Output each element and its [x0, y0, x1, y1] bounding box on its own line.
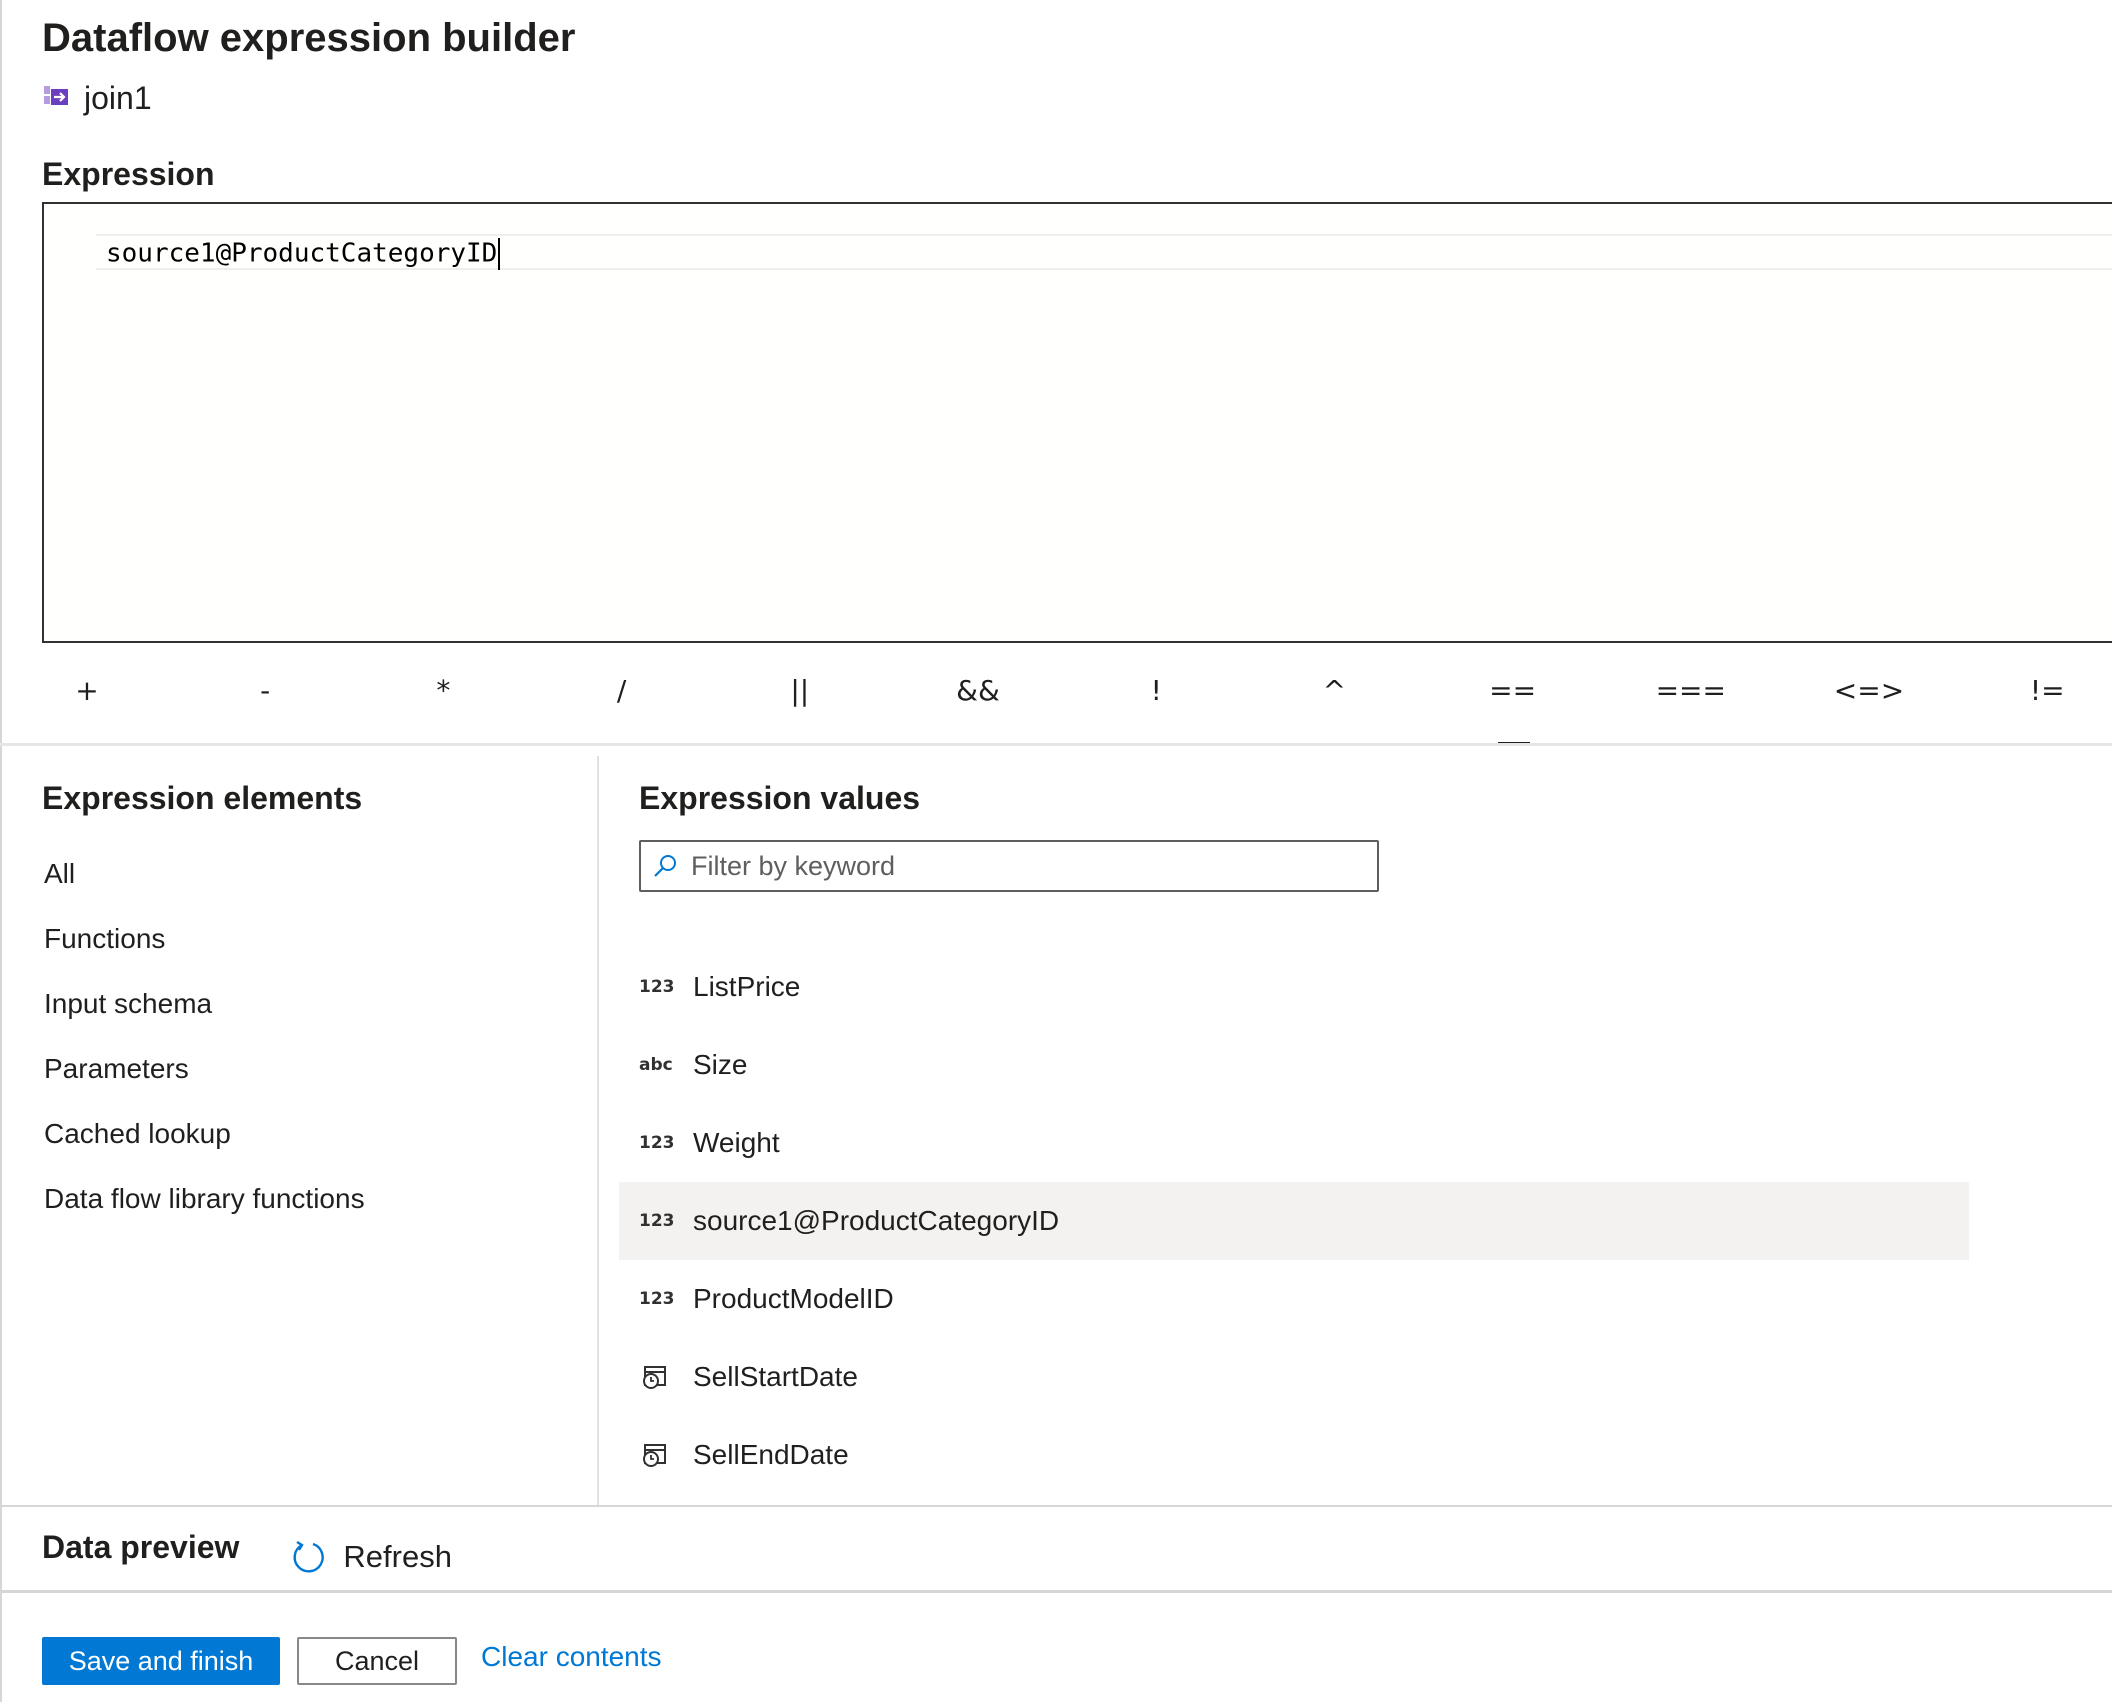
divider	[0, 1505, 2112, 1507]
operator-button[interactable]: +	[42, 668, 132, 718]
operator-button[interactable]: ===	[1646, 668, 1736, 718]
element-category-item[interactable]: Parameters	[44, 1049, 365, 1114]
save-and-finish-button[interactable]: Save and finish	[42, 1637, 280, 1685]
editor-current-line: source1@ProductCategoryID	[96, 234, 2112, 270]
value-list-item[interactable]: 123 source1@ProductCategoryID	[619, 1182, 1969, 1260]
datetime-type-icon	[643, 1444, 666, 1467]
divider	[0, 743, 2112, 746]
refresh-button[interactable]: Refresh	[289, 1538, 452, 1576]
value-list-item[interactable]: 123 Weight	[619, 1104, 1969, 1182]
value-list-item[interactable]: 123 ListPrice	[619, 948, 1969, 1026]
operator-button[interactable]: -	[220, 668, 310, 718]
operator-button[interactable]: !=	[2002, 668, 2092, 718]
value-list-item[interactable]: 123 ProductModelID	[619, 1260, 1969, 1338]
expression-text[interactable]: source1@ProductCategoryID	[106, 238, 501, 270]
element-category-item[interactable]: Input schema	[44, 984, 365, 1049]
operator-button[interactable]: ||	[755, 668, 845, 718]
element-category-item[interactable]: Cached lookup	[44, 1114, 365, 1179]
operator-button[interactable]: &&	[933, 668, 1023, 718]
number-type-icon: 123	[639, 1211, 675, 1231]
divider	[0, 1590, 2112, 1593]
number-type-icon: 123	[639, 1289, 675, 1309]
value-name: SellStartDate	[693, 1361, 858, 1392]
string-type-icon: abc	[639, 1055, 673, 1075]
cancel-button[interactable]: Cancel	[297, 1637, 457, 1685]
element-category-item[interactable]: Data flow library functions	[44, 1179, 365, 1244]
operator-button[interactable]: ==	[1468, 668, 1558, 746]
data-preview-bar: Data preview Refresh	[42, 1518, 452, 1576]
value-name: ListPrice	[693, 971, 801, 1002]
operator-button[interactable]: /	[577, 668, 667, 718]
value-list-item[interactable]: SellEndDate	[619, 1416, 1969, 1494]
datetime-type-icon	[643, 1366, 666, 1389]
element-category-item[interactable]: All	[44, 854, 365, 919]
value-name: Weight	[693, 1127, 780, 1158]
left-border	[0, 0, 2, 1702]
value-name: SellEndDate	[693, 1439, 849, 1470]
operator-button[interactable]: ^	[1289, 668, 1379, 718]
value-name: source1@ProductCategoryID	[693, 1205, 1060, 1236]
value-name: ProductModelID	[693, 1283, 894, 1314]
element-category-item[interactable]: Functions	[44, 919, 365, 984]
expression-editor[interactable]: source1@ProductCategoryID	[42, 202, 2112, 643]
search-icon	[654, 855, 676, 877]
refresh-label: Refresh	[343, 1539, 452, 1574]
expression-values-title: Expression values	[639, 780, 921, 816]
number-type-icon: 123	[639, 977, 675, 997]
filter-input[interactable]	[691, 850, 1351, 882]
operator-button[interactable]: <=>	[1824, 668, 1914, 718]
refresh-icon	[293, 1540, 325, 1573]
number-type-icon: 123	[639, 1133, 675, 1153]
page-title: Dataflow expression builder	[42, 16, 576, 60]
value-list-item[interactable]: SellStartDate	[619, 1338, 1969, 1416]
operator-toolbar: + - * / || &&! ^ == === <=> !=	[42, 668, 2112, 748]
expression-values-list: 123 ListPrice abc Size 123 Weight 123 source1@P…	[619, 948, 1969, 1494]
clear-contents-link[interactable]: Clear contents	[481, 1641, 662, 1673]
join-icon	[44, 85, 68, 105]
data-preview-label: Data preview	[42, 1528, 240, 1565]
operator-button[interactable]: !	[1111, 668, 1201, 718]
operator-button[interactable]: *	[398, 668, 488, 718]
value-list-item[interactable]: abc Size	[619, 1026, 1969, 1104]
expression-elements-list: All Functions Input schema Parameters Cached…	[44, 854, 365, 1244]
node-indicator: join1	[42, 80, 152, 117]
expression-label: Expression	[42, 156, 215, 192]
filter-box[interactable]	[639, 840, 1379, 892]
column-divider	[597, 756, 599, 1506]
node-name: join1	[84, 80, 152, 116]
expression-elements-title: Expression elements	[42, 780, 363, 816]
text-caret	[498, 238, 501, 270]
value-name: Size	[693, 1049, 748, 1080]
